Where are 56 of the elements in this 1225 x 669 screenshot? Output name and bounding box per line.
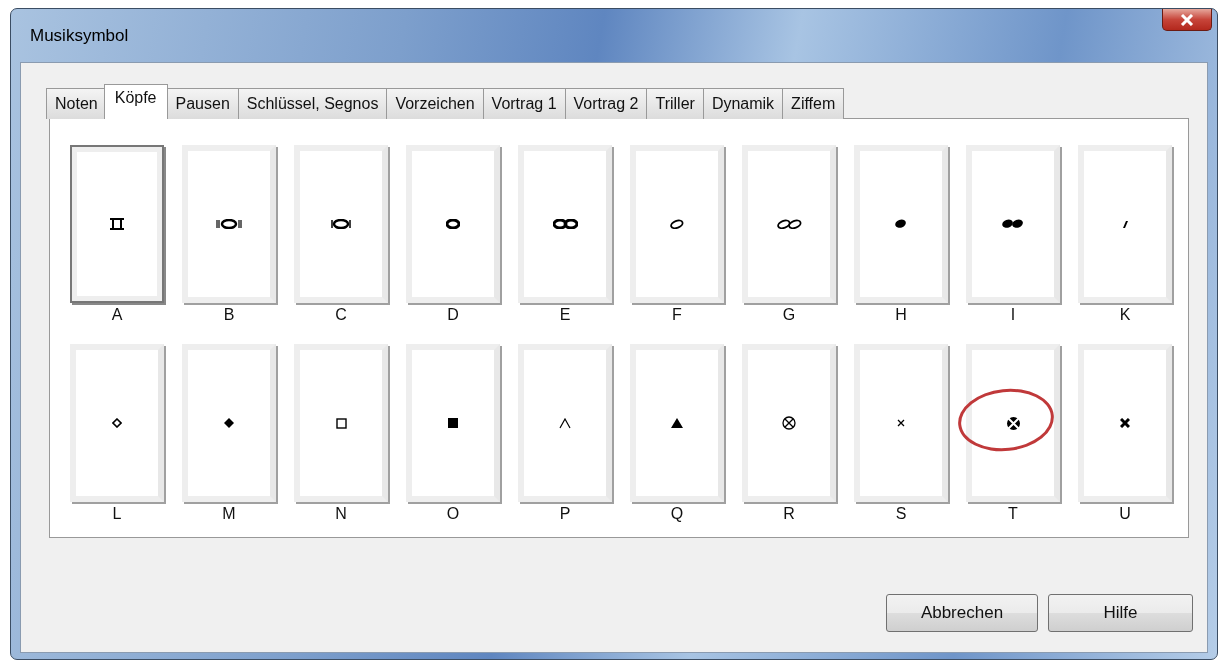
note-head-icon	[897, 419, 905, 427]
tab[interactable]: Vortrag 2	[564, 88, 648, 119]
help-button[interactable]: Hilfe	[1048, 594, 1193, 632]
tab[interactable]: Ziffem	[782, 88, 845, 119]
symbol-label: H	[895, 306, 907, 324]
symbol-label: A	[111, 306, 123, 324]
note-head-icon	[109, 218, 125, 230]
tab[interactable]: Dynamik	[702, 88, 784, 119]
symbol-label: D	[447, 306, 459, 324]
note-head-icon	[112, 418, 122, 428]
note-head-icon	[775, 217, 803, 231]
tab[interactable]: Pausen	[166, 88, 239, 119]
symbol-label: L	[112, 505, 122, 523]
note-head-icon	[669, 217, 685, 231]
note-head-icon	[893, 217, 909, 231]
symbol-label: T	[1008, 505, 1018, 523]
note-head-icon	[1000, 217, 1026, 231]
note-head-icon	[447, 417, 459, 429]
tab[interactable]: Noten	[46, 88, 107, 119]
symbol-label: S	[895, 505, 907, 523]
tab[interactable]: Schlüssel, Segnos	[237, 88, 388, 119]
symbol-label: R	[783, 505, 795, 523]
cancel-button[interactable]: Abbrechen	[886, 594, 1038, 632]
note-head-icon	[1005, 415, 1021, 431]
symbol-label: N	[335, 505, 347, 523]
note-head-icon	[1120, 418, 1130, 428]
tab[interactable]: Köpfe	[103, 84, 168, 119]
note-head-icon	[559, 417, 571, 429]
symbol-label: B	[223, 306, 235, 324]
window-title: Musiksymbol	[29, 25, 129, 46]
note-head-icon	[552, 219, 578, 229]
note-head-icon	[223, 417, 235, 429]
symbol-label: P	[559, 505, 571, 523]
symbol-label: C	[335, 306, 347, 324]
tab[interactable]: Vortrag 1	[482, 88, 566, 119]
tab[interactable]: Vorzeichen	[386, 88, 484, 119]
close-icon	[1180, 13, 1194, 26]
symbol-label: G	[782, 306, 796, 324]
close-button[interactable]	[1162, 9, 1212, 31]
tab[interactable]: Triller	[646, 88, 704, 119]
symbol-button[interactable]	[70, 145, 164, 303]
symbol-label: Q	[670, 505, 684, 523]
note-head-icon	[782, 416, 796, 430]
symbol-label: O	[446, 505, 460, 523]
symbol-label: M	[222, 505, 236, 523]
note-head-icon	[446, 219, 460, 229]
note-head-icon	[216, 219, 242, 229]
note-head-icon	[1121, 219, 1129, 229]
symbol-label: U	[1119, 505, 1131, 523]
symbol-label: I	[1010, 306, 1016, 324]
symbol-label: E	[559, 306, 571, 324]
symbol-label: F	[672, 306, 682, 324]
symbol-label: K	[1119, 306, 1131, 324]
note-head-icon	[670, 417, 684, 429]
note-head-icon	[331, 219, 351, 229]
note-head-icon	[335, 417, 347, 429]
